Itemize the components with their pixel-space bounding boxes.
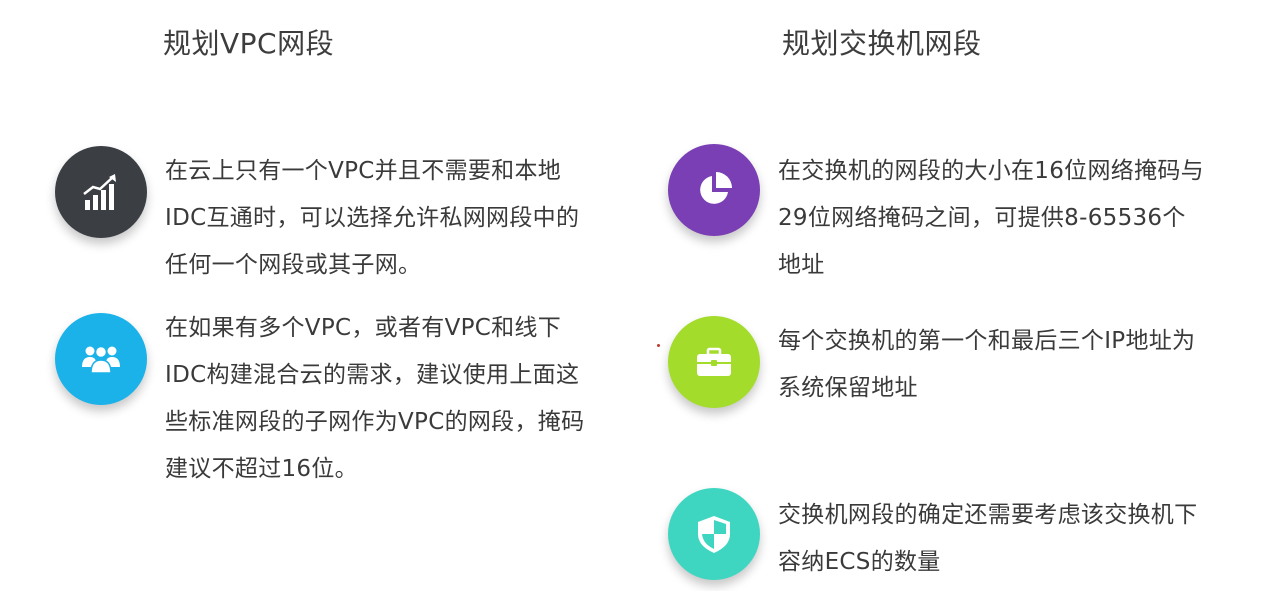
left-item-1-text: 在云上只有一个VPC并且不需要和本地IDC互通时，可以选择允许私网网段中的任何一… (165, 158, 580, 278)
right-section-title: 规划交换机网段 (782, 27, 982, 60)
shield-icon (668, 488, 760, 580)
team-icon (55, 313, 147, 405)
right-item-3-text: 交换机网段的确定还需要考虑该交换机下容纳ECS的数量 (778, 502, 1198, 575)
left-section-title: 规划VPC网段 (163, 27, 335, 60)
stray-dot (657, 344, 660, 347)
pie-chart-icon (668, 144, 760, 236)
left-item-2-text: 在如果有多个VPC，或者有VPC和线下IDC构建混合云的需求，建议使用上面这些标… (165, 315, 585, 482)
toolbox-icon (668, 316, 760, 408)
right-item-1-text: 在交换机的网段的大小在16位网络掩码与29位网络掩码之间，可提供8-65536个… (778, 158, 1204, 278)
right-item-2-text: 每个交换机的第一个和最后三个IP地址为系统保留地址 (778, 328, 1196, 401)
bar-chart-icon (55, 146, 147, 238)
